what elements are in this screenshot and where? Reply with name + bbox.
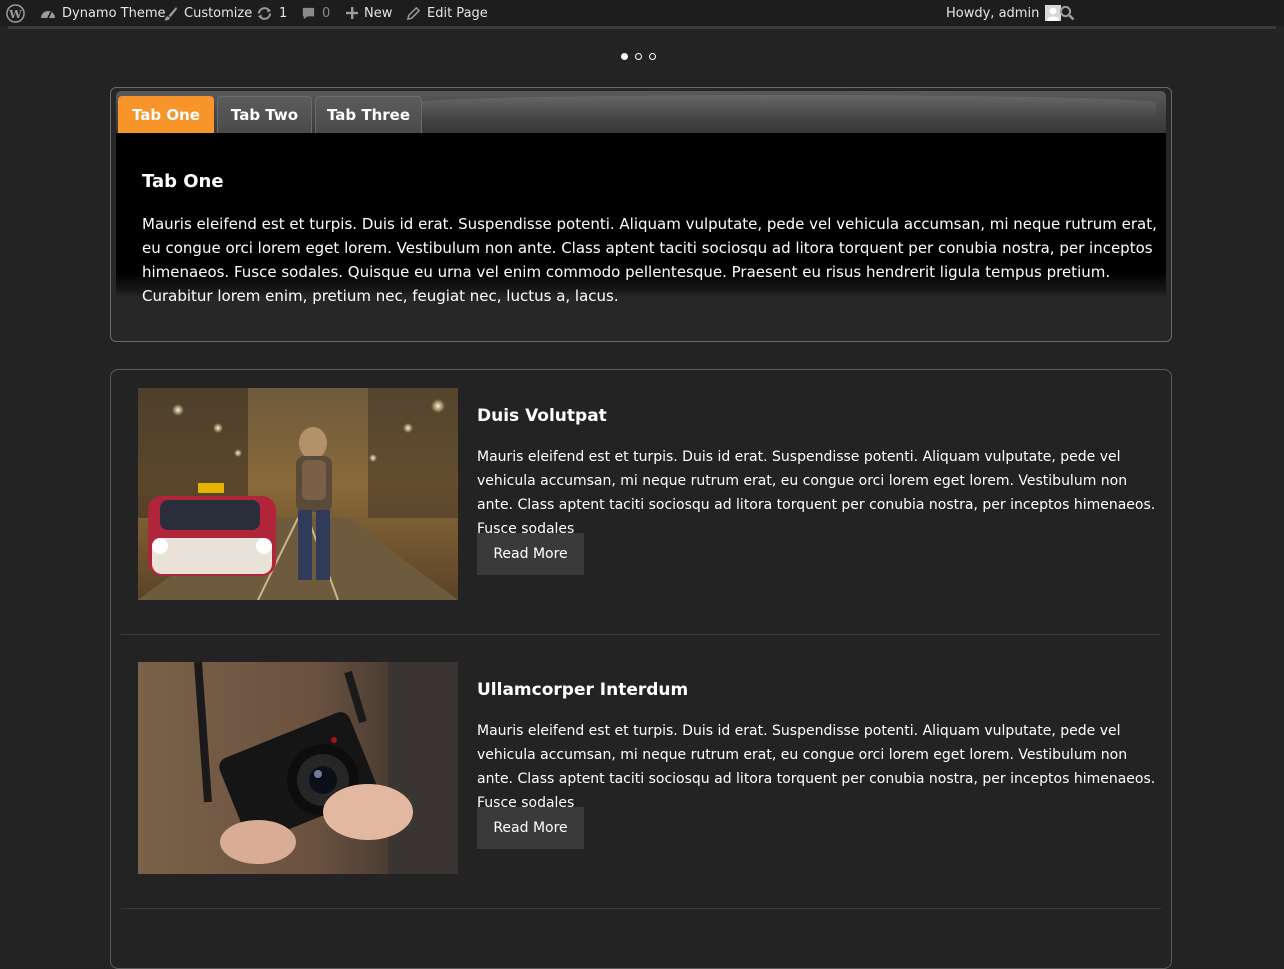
tabs-strip: Tab One Tab Two Tab Three (116, 91, 1166, 133)
site-name-label: Dynamo Theme (62, 5, 166, 21)
pencil-icon (406, 6, 421, 20)
tab-content-title: Tab One (142, 171, 224, 192)
customize-link[interactable]: Customize (163, 0, 252, 26)
updates-link[interactable]: 1 (256, 0, 287, 26)
list-item: Duis Volutpat Mauris eleifend est et tur… (111, 370, 1171, 636)
brush-icon (163, 6, 178, 20)
comments-link[interactable]: 0 (301, 0, 330, 26)
admin-bar-divider (8, 26, 1276, 29)
list-item: Ullamcorper Interdum Mauris eleifend est… (111, 644, 1171, 910)
tab-two[interactable]: Tab Two (217, 96, 312, 133)
account-menu[interactable]: Howdy, admin (946, 0, 1062, 26)
site-name-menu[interactable]: Dynamo Theme (40, 0, 166, 26)
slider-dot-3[interactable] (649, 53, 656, 60)
new-label: New (364, 5, 393, 21)
admin-bar: W Dynamo Theme Customize 1 0 New Edit Pa… (0, 0, 1284, 29)
tab-three[interactable]: Tab Three (315, 96, 422, 133)
edit-page-label: Edit Page (427, 5, 488, 21)
post-divider (121, 908, 1161, 909)
posts-list: Duis Volutpat Mauris eleifend est et tur… (110, 369, 1172, 969)
customize-label: Customize (184, 5, 253, 21)
comments-count: 0 (322, 5, 331, 21)
edit-page-link[interactable]: Edit Page (406, 0, 488, 26)
slider-dot-1[interactable] (621, 53, 628, 60)
slider-pagination (621, 53, 656, 60)
wordpress-logo-icon[interactable]: W (6, 0, 25, 26)
read-more-button[interactable]: Read More (477, 533, 584, 575)
post-thumbnail-camera[interactable] (138, 662, 458, 874)
tabs-panel: Tab One Tab Two Tab Three Tab One Mauris… (116, 91, 1166, 305)
post-excerpt: Mauris eleifend est et turpis. Duis id e… (477, 449, 1156, 537)
updates-icon (257, 6, 272, 20)
tabs-widget: Tab One Tab Two Tab Three Tab One Mauris… (110, 87, 1172, 342)
new-content-menu[interactable]: New (346, 0, 392, 26)
comment-icon (302, 7, 315, 19)
dashboard-icon (41, 11, 55, 19)
post-excerpt: Mauris eleifend est et turpis. Duis id e… (477, 723, 1156, 811)
tab-content-body: Mauris eleifend est et turpis. Duis id e… (142, 215, 1157, 305)
read-more-button[interactable]: Read More (477, 807, 584, 849)
slider-dot-2[interactable] (635, 53, 642, 60)
howdy-label: Howdy, admin (946, 5, 1040, 21)
search-icon[interactable] (1059, 0, 1075, 26)
post-divider (121, 634, 1161, 635)
svg-text:W: W (8, 6, 22, 20)
post-title[interactable]: Ullamcorper Interdum (477, 680, 688, 700)
updates-count: 1 (279, 5, 288, 21)
tab-one[interactable]: Tab One (118, 96, 214, 133)
plus-icon (346, 7, 358, 19)
post-thumbnail-city-street[interactable] (138, 388, 458, 600)
post-title[interactable]: Duis Volutpat (477, 406, 607, 426)
